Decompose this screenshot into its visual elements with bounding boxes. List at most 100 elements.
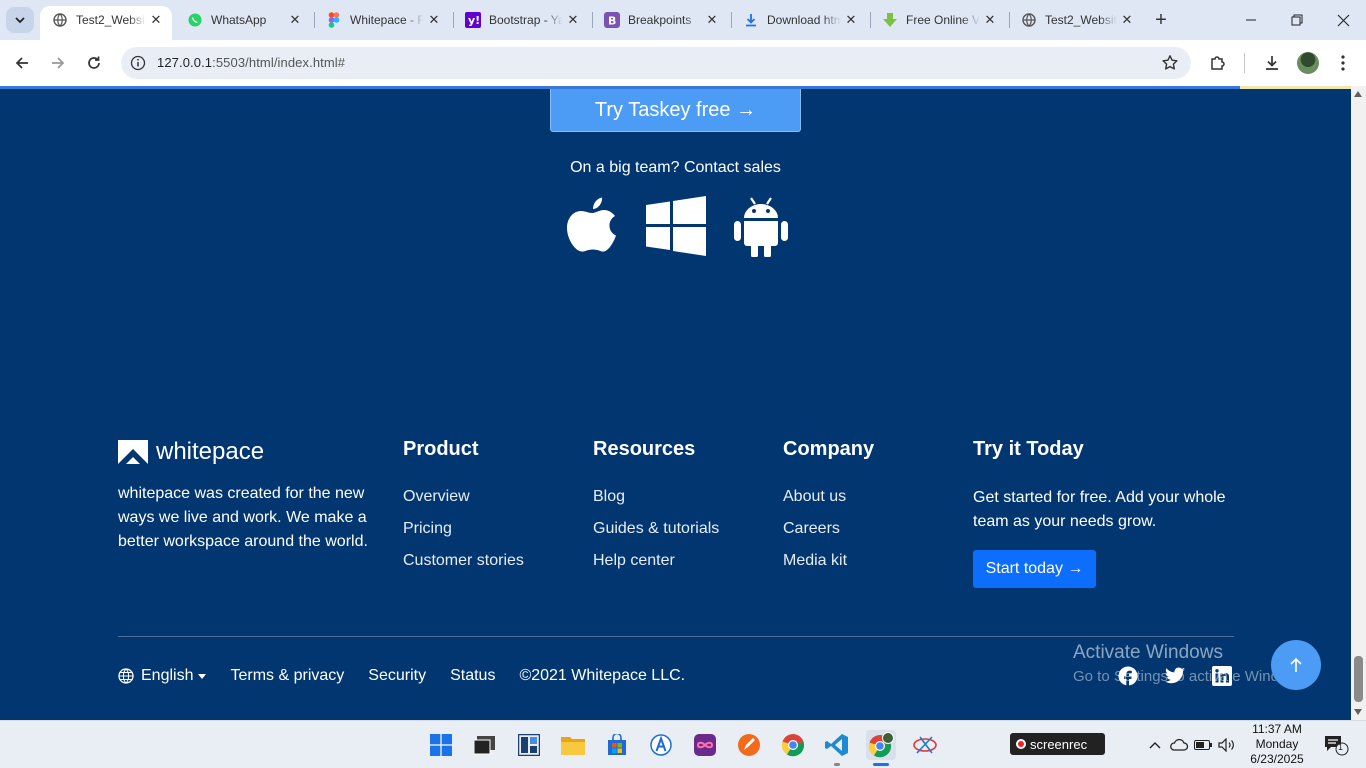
- footer-column-company: Company About us Careers Media kit: [783, 438, 874, 582]
- volume-button[interactable]: [1217, 735, 1237, 755]
- tab-download[interactable]: Download html ✕: [731, 6, 867, 34]
- footer-column-try-today: Try it Today Get started for free. Add y…: [973, 438, 1248, 588]
- start-button[interactable]: [426, 730, 456, 760]
- app-infinity-button[interactable]: [690, 730, 720, 760]
- restore-button[interactable]: [1274, 0, 1320, 40]
- reload-button[interactable]: [82, 51, 106, 75]
- chrome-profile-button[interactable]: [866, 730, 896, 760]
- link-about-us[interactable]: About us: [783, 486, 874, 518]
- link-security[interactable]: Security: [368, 667, 426, 685]
- link-pricing[interactable]: Pricing: [403, 518, 524, 550]
- link-blog[interactable]: Blog: [593, 486, 719, 518]
- tab-breakpoints[interactable]: B Breakpoints ✕: [592, 6, 728, 34]
- link-help-center[interactable]: Help center: [593, 550, 719, 582]
- bookmark-star-icon[interactable]: [1161, 54, 1179, 77]
- clock-day: Monday: [1255, 737, 1299, 751]
- page-scrollbar[interactable]: [1351, 86, 1366, 720]
- site-info-icon[interactable]: [130, 55, 146, 71]
- plus-icon: +: [1155, 8, 1167, 31]
- tab-test2-website-2[interactable]: Test2_Website ✕: [1009, 6, 1143, 34]
- app-orange-button[interactable]: [734, 730, 764, 760]
- system-clock[interactable]: 11:37 AM Monday 6/23/2025: [1236, 722, 1318, 767]
- bootstrap-icon: B: [604, 12, 620, 28]
- link-careers[interactable]: Careers: [783, 518, 874, 550]
- scrollbar-thumb[interactable]: [1354, 656, 1363, 702]
- language-selector[interactable]: English: [118, 667, 207, 685]
- vscode-button[interactable]: [822, 730, 852, 760]
- page-viewport: Try Taskey free → On a big team? Contact…: [0, 86, 1351, 720]
- contact-sales-text[interactable]: On a big team? Contact sales: [0, 159, 1351, 177]
- tab-test2-website[interactable]: Test2_Website ✕: [40, 6, 172, 40]
- address-bar[interactable]: 127.0.0.1:5503/html/index.html#: [121, 47, 1191, 79]
- battery-button[interactable]: [1193, 735, 1213, 755]
- onedrive-button[interactable]: [1169, 735, 1189, 755]
- close-window-button[interactable]: [1320, 0, 1366, 40]
- link-media-kit[interactable]: Media kit: [783, 550, 874, 582]
- browser-tab-strip: Test2_Website ✕ WhatsApp ✕ Whitepace - F…: [0, 0, 1366, 40]
- close-icon[interactable]: ✕: [424, 10, 444, 30]
- try-taskey-button[interactable]: Try Taskey free →: [550, 89, 801, 132]
- close-icon[interactable]: ✕: [841, 10, 861, 30]
- minimize-icon: [1246, 19, 1256, 21]
- extensions-button[interactable]: [1206, 51, 1230, 75]
- apple-icon[interactable]: [566, 195, 618, 257]
- footer-column-resources: Resources Blog Guides & tutorials Help c…: [593, 438, 719, 582]
- notification-count: 1: [1338, 742, 1344, 752]
- cloud-icon: [1170, 739, 1188, 751]
- scroll-down-arrow-icon[interactable]: [1354, 709, 1362, 715]
- tab-yahoo[interactable]: y! Bootstrap - Yahoo ✕: [453, 6, 589, 34]
- tab-whatsapp[interactable]: WhatsApp ✕: [175, 6, 311, 34]
- close-icon[interactable]: ✕: [146, 10, 166, 30]
- language-label: English: [141, 667, 194, 684]
- back-to-top-button[interactable]: [1271, 640, 1321, 690]
- link-customer-stories[interactable]: Customer stories: [403, 550, 524, 582]
- new-tab-button[interactable]: +: [1150, 9, 1172, 31]
- tab-title: Free Online Video: [906, 13, 980, 27]
- tab-search-button[interactable]: [6, 7, 34, 33]
- screenrec-indicator[interactable]: screenrec: [1010, 733, 1105, 755]
- scroll-up-arrow-icon[interactable]: [1354, 91, 1362, 97]
- link-guides[interactable]: Guides & tutorials: [593, 518, 719, 550]
- link-overview[interactable]: Overview: [403, 486, 524, 518]
- chrome-button[interactable]: [778, 730, 808, 760]
- active-indicator: [873, 763, 889, 766]
- green-arrow-icon: [882, 12, 898, 28]
- app-snip-button[interactable]: [910, 730, 940, 760]
- tab-free-online[interactable]: Free Online Video ✕: [870, 6, 1006, 34]
- globe-icon: [52, 12, 68, 28]
- battery-icon: [1194, 740, 1212, 750]
- tab-title: WhatsApp: [211, 13, 267, 27]
- platform-icons: [566, 195, 788, 259]
- windows-icon[interactable]: [646, 196, 706, 256]
- close-icon[interactable]: ✕: [702, 10, 722, 30]
- column-heading: Company: [783, 438, 875, 460]
- back-button[interactable]: [10, 51, 34, 75]
- caret-down-icon: [198, 673, 207, 679]
- android-icon[interactable]: [734, 195, 788, 257]
- store-button[interactable]: [602, 730, 632, 760]
- forward-button[interactable]: [46, 51, 70, 75]
- tab-figma[interactable]: Whitepace - Figma ✕: [314, 6, 450, 34]
- file-explorer-button[interactable]: [558, 730, 588, 760]
- close-icon[interactable]: ✕: [980, 10, 1000, 30]
- task-view-button[interactable]: [470, 730, 500, 760]
- footer-brand[interactable]: whitepace: [118, 438, 264, 466]
- whitepace-logo-icon: [118, 440, 148, 464]
- downloads-button[interactable]: [1260, 51, 1284, 75]
- yahoo-icon: y!: [465, 12, 481, 28]
- profile-avatar[interactable]: [1297, 52, 1319, 74]
- close-icon[interactable]: ✕: [285, 10, 305, 30]
- restore-icon: [1291, 14, 1303, 26]
- close-icon[interactable]: ✕: [563, 10, 583, 30]
- arrow-up-icon: [1290, 657, 1302, 672]
- browser-menu-button[interactable]: [1331, 51, 1355, 75]
- minimize-button[interactable]: [1228, 0, 1274, 40]
- notifications-button[interactable]: 1: [1322, 734, 1352, 756]
- start-today-button[interactable]: Start today →: [973, 550, 1096, 588]
- app-a-button[interactable]: [646, 730, 676, 760]
- link-status[interactable]: Status: [450, 667, 495, 685]
- widgets-button[interactable]: [514, 730, 544, 760]
- tray-overflow-button[interactable]: [1145, 735, 1165, 755]
- link-terms-privacy[interactable]: Terms & privacy: [230, 667, 344, 685]
- close-icon[interactable]: ✕: [1117, 10, 1137, 30]
